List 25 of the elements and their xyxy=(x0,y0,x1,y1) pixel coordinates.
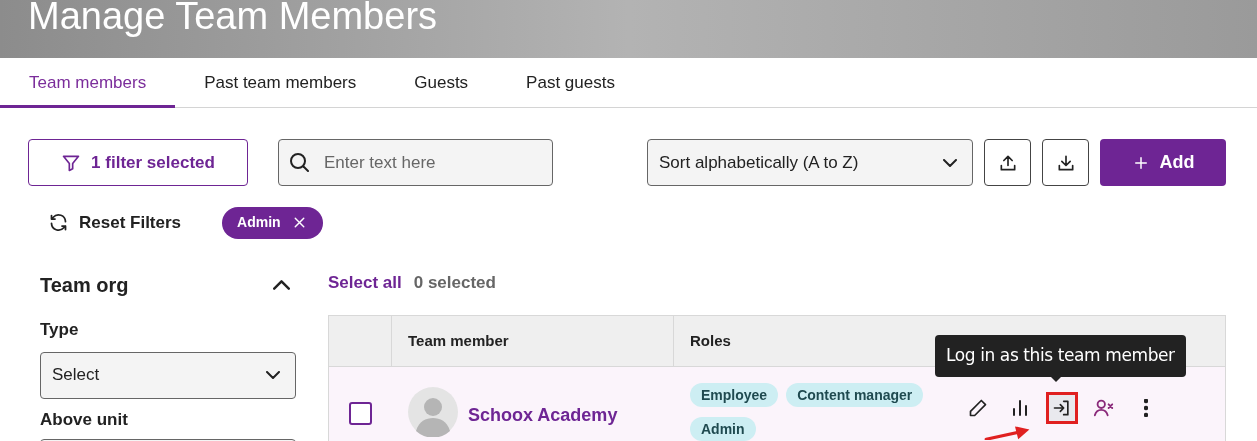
column-header: Team member xyxy=(408,330,509,351)
selected-count: 0 selected xyxy=(413,272,496,295)
field-label: Type xyxy=(40,319,80,341)
tab[interactable]: Past guests xyxy=(497,58,644,108)
field-label: Above unit xyxy=(40,408,129,431)
tab[interactable]: Team members xyxy=(0,58,176,108)
search-field[interactable]: Enter text here xyxy=(278,139,553,186)
tooltip: Log in as this team member xyxy=(935,335,1186,377)
role-tag: Employee xyxy=(690,383,779,407)
tab[interactable]: Past team members xyxy=(175,58,386,108)
add-button[interactable]: Add xyxy=(1100,139,1226,186)
page-title: Manage Team Members xyxy=(28,0,438,35)
role-tag: Admin xyxy=(690,417,756,441)
column-header: Roles xyxy=(690,330,731,351)
sort-dropdown[interactable]: Sort alphabetically (A to Z) xyxy=(647,139,973,186)
select-all-link[interactable]: Select all xyxy=(328,270,402,296)
filter-button[interactable]: 1 filter selected xyxy=(28,139,248,186)
filter-chip: Admin xyxy=(222,206,323,239)
table-row[interactable]: Schoox Academy Employee Content manager Admin xyxy=(329,367,1225,441)
section-title: Team org xyxy=(40,273,129,298)
role-tag: Content manager xyxy=(786,383,924,407)
select-dropdown[interactable]: Select xyxy=(40,351,296,399)
member-name-link[interactable]: Schoox Academy xyxy=(468,402,618,429)
reset-filters-button[interactable]: Reset Filters xyxy=(48,209,182,236)
tab[interactable]: Guests xyxy=(385,58,498,108)
